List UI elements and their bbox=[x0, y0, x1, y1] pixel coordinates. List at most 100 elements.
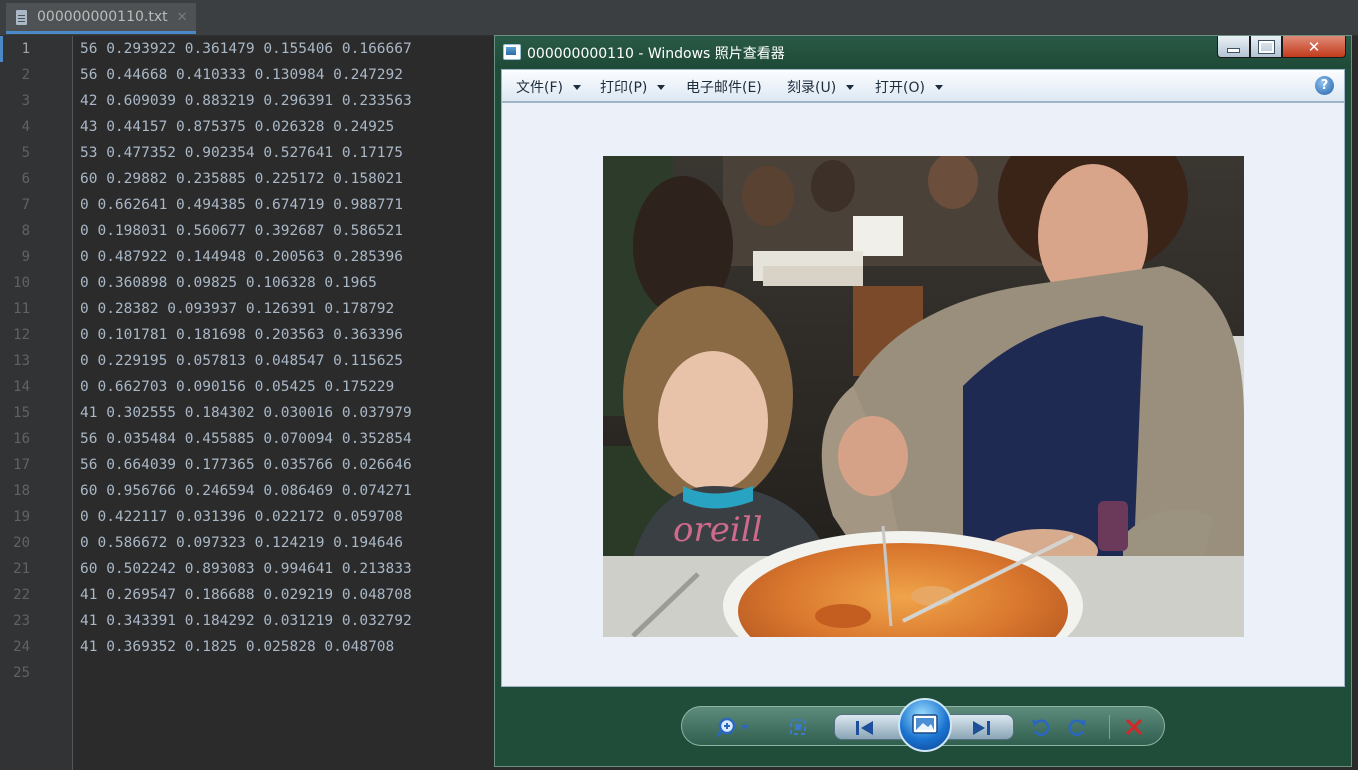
menu-email-label: 电子邮件(E) bbox=[686, 80, 762, 96]
slideshow-button[interactable] bbox=[898, 698, 952, 752]
maximize-icon bbox=[1258, 40, 1274, 53]
code-line: 0 0.586672 0.097323 0.124219 0.194646 bbox=[80, 535, 404, 551]
code-line: 0 0.28382 0.093937 0.126391 0.178792 bbox=[80, 301, 395, 317]
code-line: 56 0.293922 0.361479 0.155406 0.166667 bbox=[80, 41, 412, 57]
code-line: 41 0.369352 0.1825 0.025828 0.048708 bbox=[80, 639, 395, 655]
code-line: 60 0.956766 0.246594 0.086469 0.074271 bbox=[80, 483, 412, 499]
line-number: 3 bbox=[21, 93, 30, 109]
rotate-left-icon bbox=[1032, 719, 1050, 736]
code-line: 0 0.229195 0.057813 0.048547 0.115625 bbox=[80, 353, 404, 369]
line-number: 5 bbox=[21, 145, 30, 161]
menu-print[interactable]: 打印(P) bbox=[600, 77, 666, 97]
line-number: 13 bbox=[13, 353, 30, 369]
menu-print-label: 打印(P) bbox=[600, 80, 648, 96]
code-line: 0 0.422117 0.031396 0.022172 0.059708 bbox=[80, 509, 404, 525]
menu-bar: 文件(F) 打印(P) 电子邮件(E) 刻录(U) 打开(O) ? bbox=[501, 69, 1345, 102]
photo-viewer-app-icon bbox=[503, 44, 521, 60]
close-button[interactable]: ✕ bbox=[1282, 36, 1346, 58]
code-line: 0 0.198031 0.560677 0.392687 0.586521 bbox=[80, 223, 404, 239]
line-number: 1 bbox=[21, 41, 30, 57]
line-number: 15 bbox=[13, 405, 30, 421]
line-number: 17 bbox=[13, 457, 30, 473]
maximize-button[interactable] bbox=[1250, 36, 1282, 58]
code-line: 53 0.477352 0.902354 0.527641 0.17175 bbox=[80, 145, 404, 161]
photo-viewer-window: 000000000110 - Windows 照片查看器 ✕ 文件(F) 打印(… bbox=[494, 35, 1352, 767]
close-icon: ✕ bbox=[1307, 37, 1321, 56]
code-line: 60 0.29882 0.235885 0.225172 0.158021 bbox=[80, 171, 404, 187]
text-file-icon bbox=[16, 9, 27, 25]
code-line: 41 0.269547 0.186688 0.029219 0.048708 bbox=[80, 587, 412, 603]
menu-file[interactable]: 文件(F) bbox=[516, 77, 581, 97]
rotate-right-icon bbox=[1068, 719, 1086, 736]
actual-size-button[interactable] bbox=[786, 715, 810, 739]
window-title: 000000000110 - Windows 照片查看器 bbox=[527, 46, 785, 62]
displayed-photo: oreill bbox=[603, 156, 1244, 637]
tab-filename: 000000000110.txt bbox=[37, 9, 168, 25]
delete-icon bbox=[1125, 718, 1143, 736]
zoom-icon bbox=[717, 717, 749, 738]
title-bar[interactable]: 000000000110 - Windows 照片查看器 ✕ bbox=[495, 36, 1351, 68]
chevron-down-icon bbox=[657, 84, 666, 90]
help-icon[interactable]: ? bbox=[1315, 76, 1334, 95]
photo-image: oreill bbox=[603, 156, 1244, 637]
line-number: 10 bbox=[13, 275, 30, 291]
line-number: 6 bbox=[21, 171, 30, 187]
menu-file-label: 文件(F) bbox=[516, 80, 563, 96]
code-line: 60 0.502242 0.893083 0.994641 0.213833 bbox=[80, 561, 412, 577]
next-icon bbox=[973, 721, 990, 735]
line-number: 9 bbox=[21, 249, 30, 265]
line-number: 12 bbox=[13, 327, 30, 343]
zoom-button[interactable] bbox=[714, 715, 754, 739]
line-number: 23 bbox=[13, 613, 30, 629]
line-number: 7 bbox=[21, 197, 30, 213]
minimize-icon bbox=[1227, 48, 1240, 53]
line-number: 19 bbox=[13, 509, 30, 525]
menu-open-label: 打开(O) bbox=[875, 80, 925, 96]
line-number: 4 bbox=[21, 119, 30, 135]
line-number: 25 bbox=[13, 665, 30, 681]
next-button[interactable] bbox=[969, 716, 993, 740]
rotate-left-button[interactable] bbox=[1028, 715, 1052, 739]
line-number: 18 bbox=[13, 483, 30, 499]
code-line: 41 0.343391 0.184292 0.031219 0.032792 bbox=[80, 613, 412, 629]
line-number: 14 bbox=[13, 379, 30, 395]
actual-size-icon bbox=[790, 719, 806, 735]
svg-text:oreill: oreill bbox=[673, 510, 762, 550]
code-line: 42 0.609039 0.883219 0.296391 0.233563 bbox=[80, 93, 412, 109]
editor-tab-bar: 000000000110.txt ✕ bbox=[0, 0, 1358, 36]
line-number: 8 bbox=[21, 223, 30, 239]
toolbar-divider bbox=[1109, 715, 1110, 739]
line-number: 22 bbox=[13, 587, 30, 603]
menu-email[interactable]: 电子邮件(E) bbox=[686, 77, 762, 97]
code-line: 0 0.487922 0.144948 0.200563 0.285396 bbox=[80, 249, 404, 265]
menu-burn-label: 刻录(U) bbox=[787, 80, 837, 96]
code-line: 41 0.302555 0.184302 0.030016 0.037979 bbox=[80, 405, 412, 421]
code-line: 0 0.662703 0.090156 0.05425 0.175229 bbox=[80, 379, 395, 395]
rotate-right-button[interactable] bbox=[1066, 715, 1090, 739]
line-number: 21 bbox=[13, 561, 30, 577]
chevron-down-icon bbox=[572, 84, 581, 90]
menu-burn[interactable]: 刻录(U) bbox=[787, 77, 855, 97]
previous-button[interactable] bbox=[853, 716, 877, 740]
editor-tab[interactable]: 000000000110.txt ✕ bbox=[6, 3, 196, 34]
code-line: 56 0.44668 0.410333 0.130984 0.247292 bbox=[80, 67, 404, 83]
viewer-toolbar bbox=[681, 698, 1165, 752]
code-line: 56 0.664039 0.177365 0.035766 0.026646 bbox=[80, 457, 412, 473]
line-number: 20 bbox=[13, 535, 30, 551]
image-viewport[interactable]: oreill bbox=[501, 102, 1345, 687]
chevron-down-icon bbox=[934, 84, 943, 90]
delete-button[interactable] bbox=[1122, 715, 1146, 739]
menu-open[interactable]: 打开(O) bbox=[875, 77, 943, 97]
chevron-down-icon bbox=[846, 84, 855, 90]
line-number: 11 bbox=[13, 301, 30, 317]
slideshow-icon bbox=[912, 714, 938, 734]
code-line: 0 0.101781 0.181698 0.203563 0.363396 bbox=[80, 327, 404, 343]
code-line: 56 0.035484 0.455885 0.070094 0.352854 bbox=[80, 431, 412, 447]
tab-close-icon[interactable]: ✕ bbox=[177, 10, 188, 25]
previous-icon bbox=[856, 721, 873, 735]
code-line: 0 0.360898 0.09825 0.106328 0.1965 bbox=[80, 275, 377, 291]
code-line: 0 0.662641 0.494385 0.674719 0.988771 bbox=[80, 197, 404, 213]
line-number: 24 bbox=[13, 639, 30, 655]
line-number: 2 bbox=[21, 67, 30, 83]
minimize-button[interactable] bbox=[1217, 36, 1250, 58]
